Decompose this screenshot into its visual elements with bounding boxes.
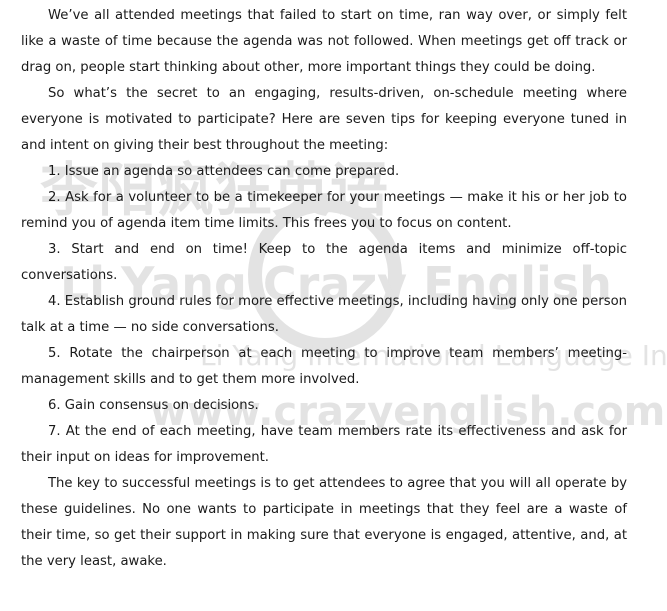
conclusion-paragraph: The key to successful meetings is to get… <box>21 476 627 569</box>
tip-1: 1. Issue an agenda so attendees can come… <box>48 164 400 179</box>
tip-2: 2. Ask for a volunteer to be a timekeepe… <box>21 190 627 231</box>
tip-4: 4. Establish ground rules for more effec… <box>21 294 627 335</box>
document-page: 李阳疯狂英语 Li Yang Crazy English Li Yang Int… <box>0 0 667 611</box>
intro-paragraph: We’ve all attended meetings that failed … <box>21 8 627 75</box>
question-paragraph: So what’s the secret to an engaging, res… <box>21 86 627 153</box>
tip-7: 7. At the end of each meeting, have team… <box>21 424 627 465</box>
tip-5: 5. Rotate the chairperson at each meetin… <box>21 346 627 387</box>
tip-3: 3. Start and end on time! Keep to the ag… <box>21 242 627 283</box>
tip-6: 6. Gain consensus on decisions. <box>48 398 259 413</box>
article-body: We’ve all attended meetings that failed … <box>21 3 627 575</box>
